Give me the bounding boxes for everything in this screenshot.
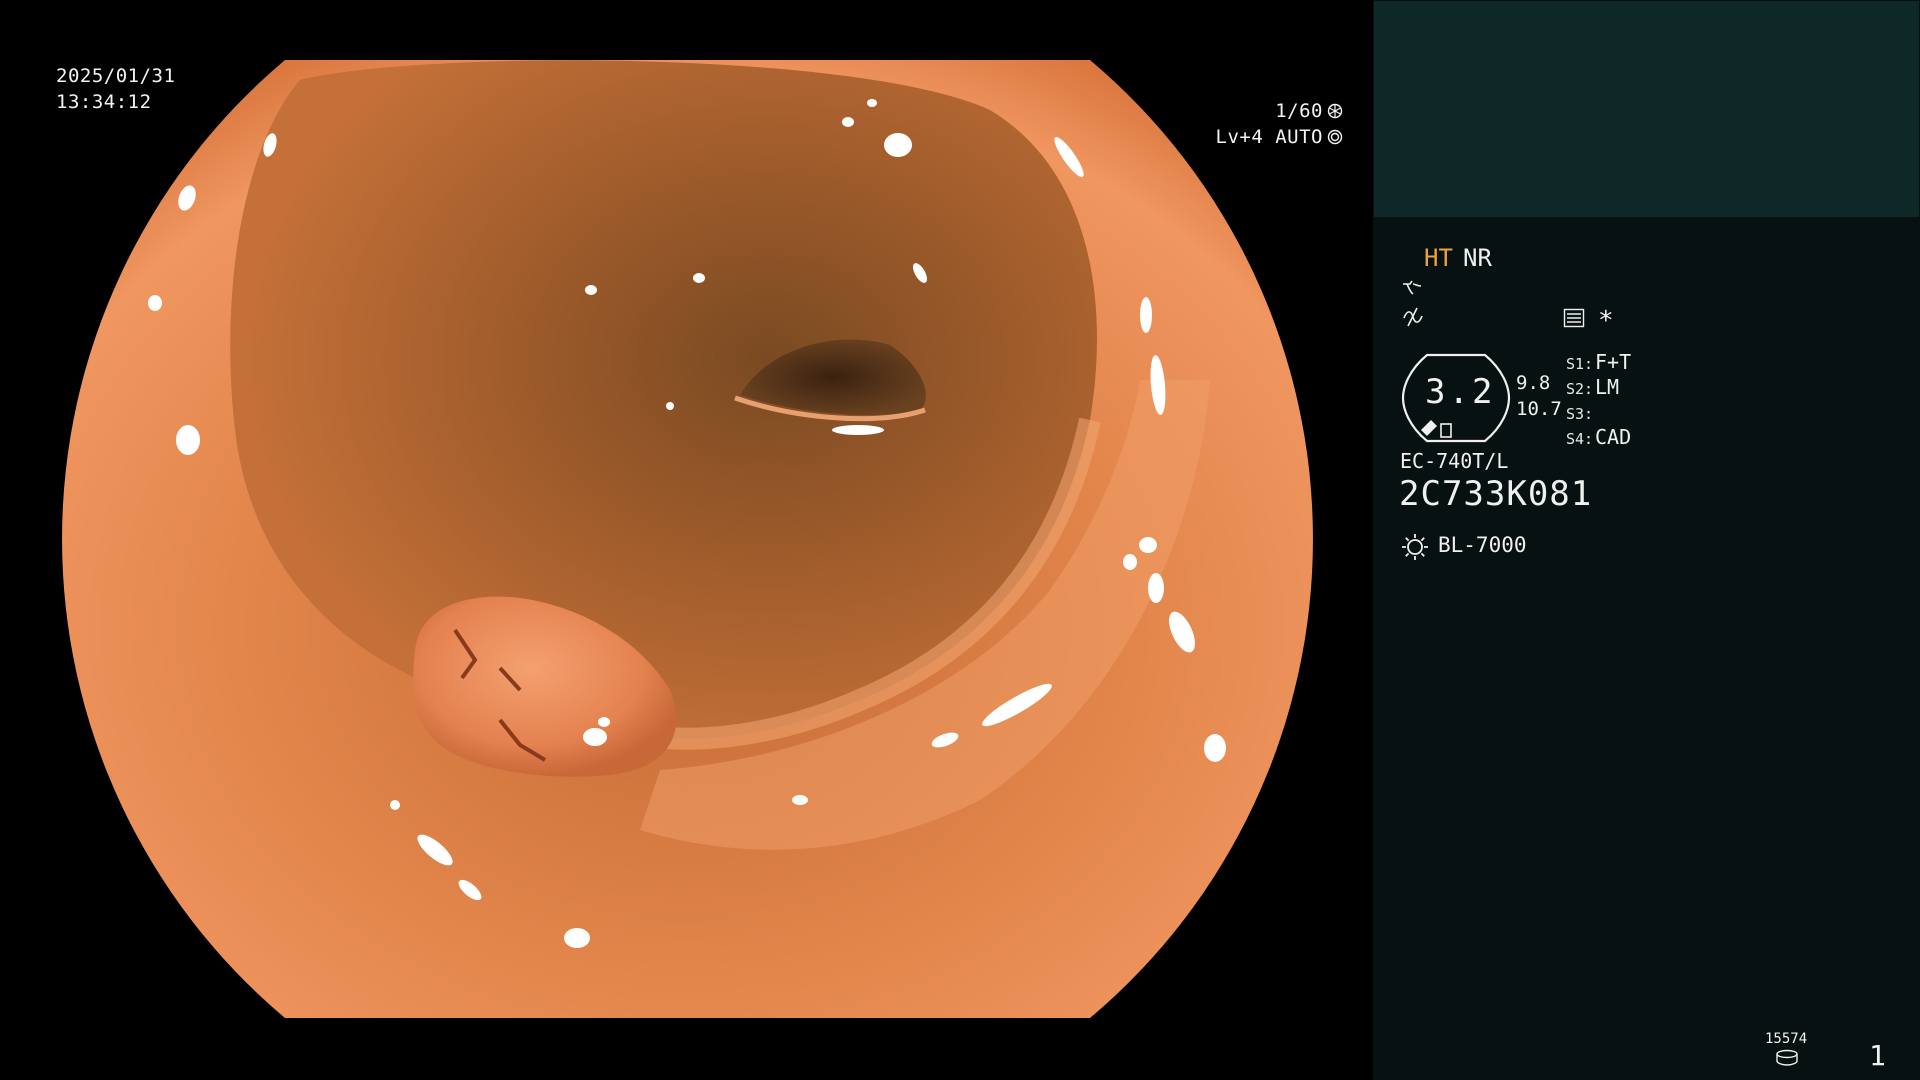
panel-header-area [1374, 1, 1919, 217]
time-label: 13:34:12 [56, 91, 152, 113]
endoscope-view: 2025/01/31 13:34:12 1/60 Lv+4 AUTO [0, 0, 1373, 1080]
storage-count-label: 15574 [1765, 1031, 1808, 1047]
iris-mode-label: Lv+4 AUTO [1215, 126, 1323, 148]
switch-value: LM [1595, 375, 1620, 399]
scope-serial-label: 2C733K081 [1399, 474, 1593, 514]
ht-mode-indicator: HT [1424, 244, 1453, 272]
iris-icon [1327, 129, 1343, 145]
endoscopic-image [62, 60, 1313, 1018]
scope-model-label: EC-740T/L [1400, 449, 1509, 473]
aperture-icon [1327, 103, 1343, 119]
endoscopy-screen: 2025/01/31 13:34:12 1/60 Lv+4 AUTO HT NR… [0, 0, 1920, 1080]
date-label: 2025/01/31 [56, 65, 176, 87]
switch-code: S1: [1566, 355, 1594, 373]
light-source-icon [1402, 534, 1428, 560]
exposure-display: 1/60 Lv+4 AUTO [1216, 98, 1343, 150]
color-wave-icon [1403, 307, 1423, 327]
structure-wave-icon [1403, 280, 1422, 295]
measure-value-a: 9.8 [1516, 372, 1551, 394]
switch-code: S4: [1566, 430, 1594, 448]
star-indicator: * [1598, 306, 1614, 336]
measure-value-b: 10.7 [1516, 398, 1562, 420]
page-number: 1 [1869, 1039, 1886, 1072]
switch-code: S3: [1566, 405, 1594, 423]
nr-mode-indicator: NR [1463, 244, 1492, 272]
storage-disk-icon [1776, 1049, 1798, 1066]
switch-value: CAD [1595, 425, 1632, 449]
shutter-label: 1/60 [1275, 100, 1323, 122]
light-source-label: BL-7000 [1438, 533, 1527, 557]
switch-code: S2: [1566, 380, 1594, 398]
switch-value: F+T [1595, 350, 1632, 374]
date-time-display: 2025/01/31 13:34:12 [56, 63, 175, 115]
zoom-value: 3.2 [1425, 372, 1496, 412]
menu-icon [1563, 308, 1585, 328]
